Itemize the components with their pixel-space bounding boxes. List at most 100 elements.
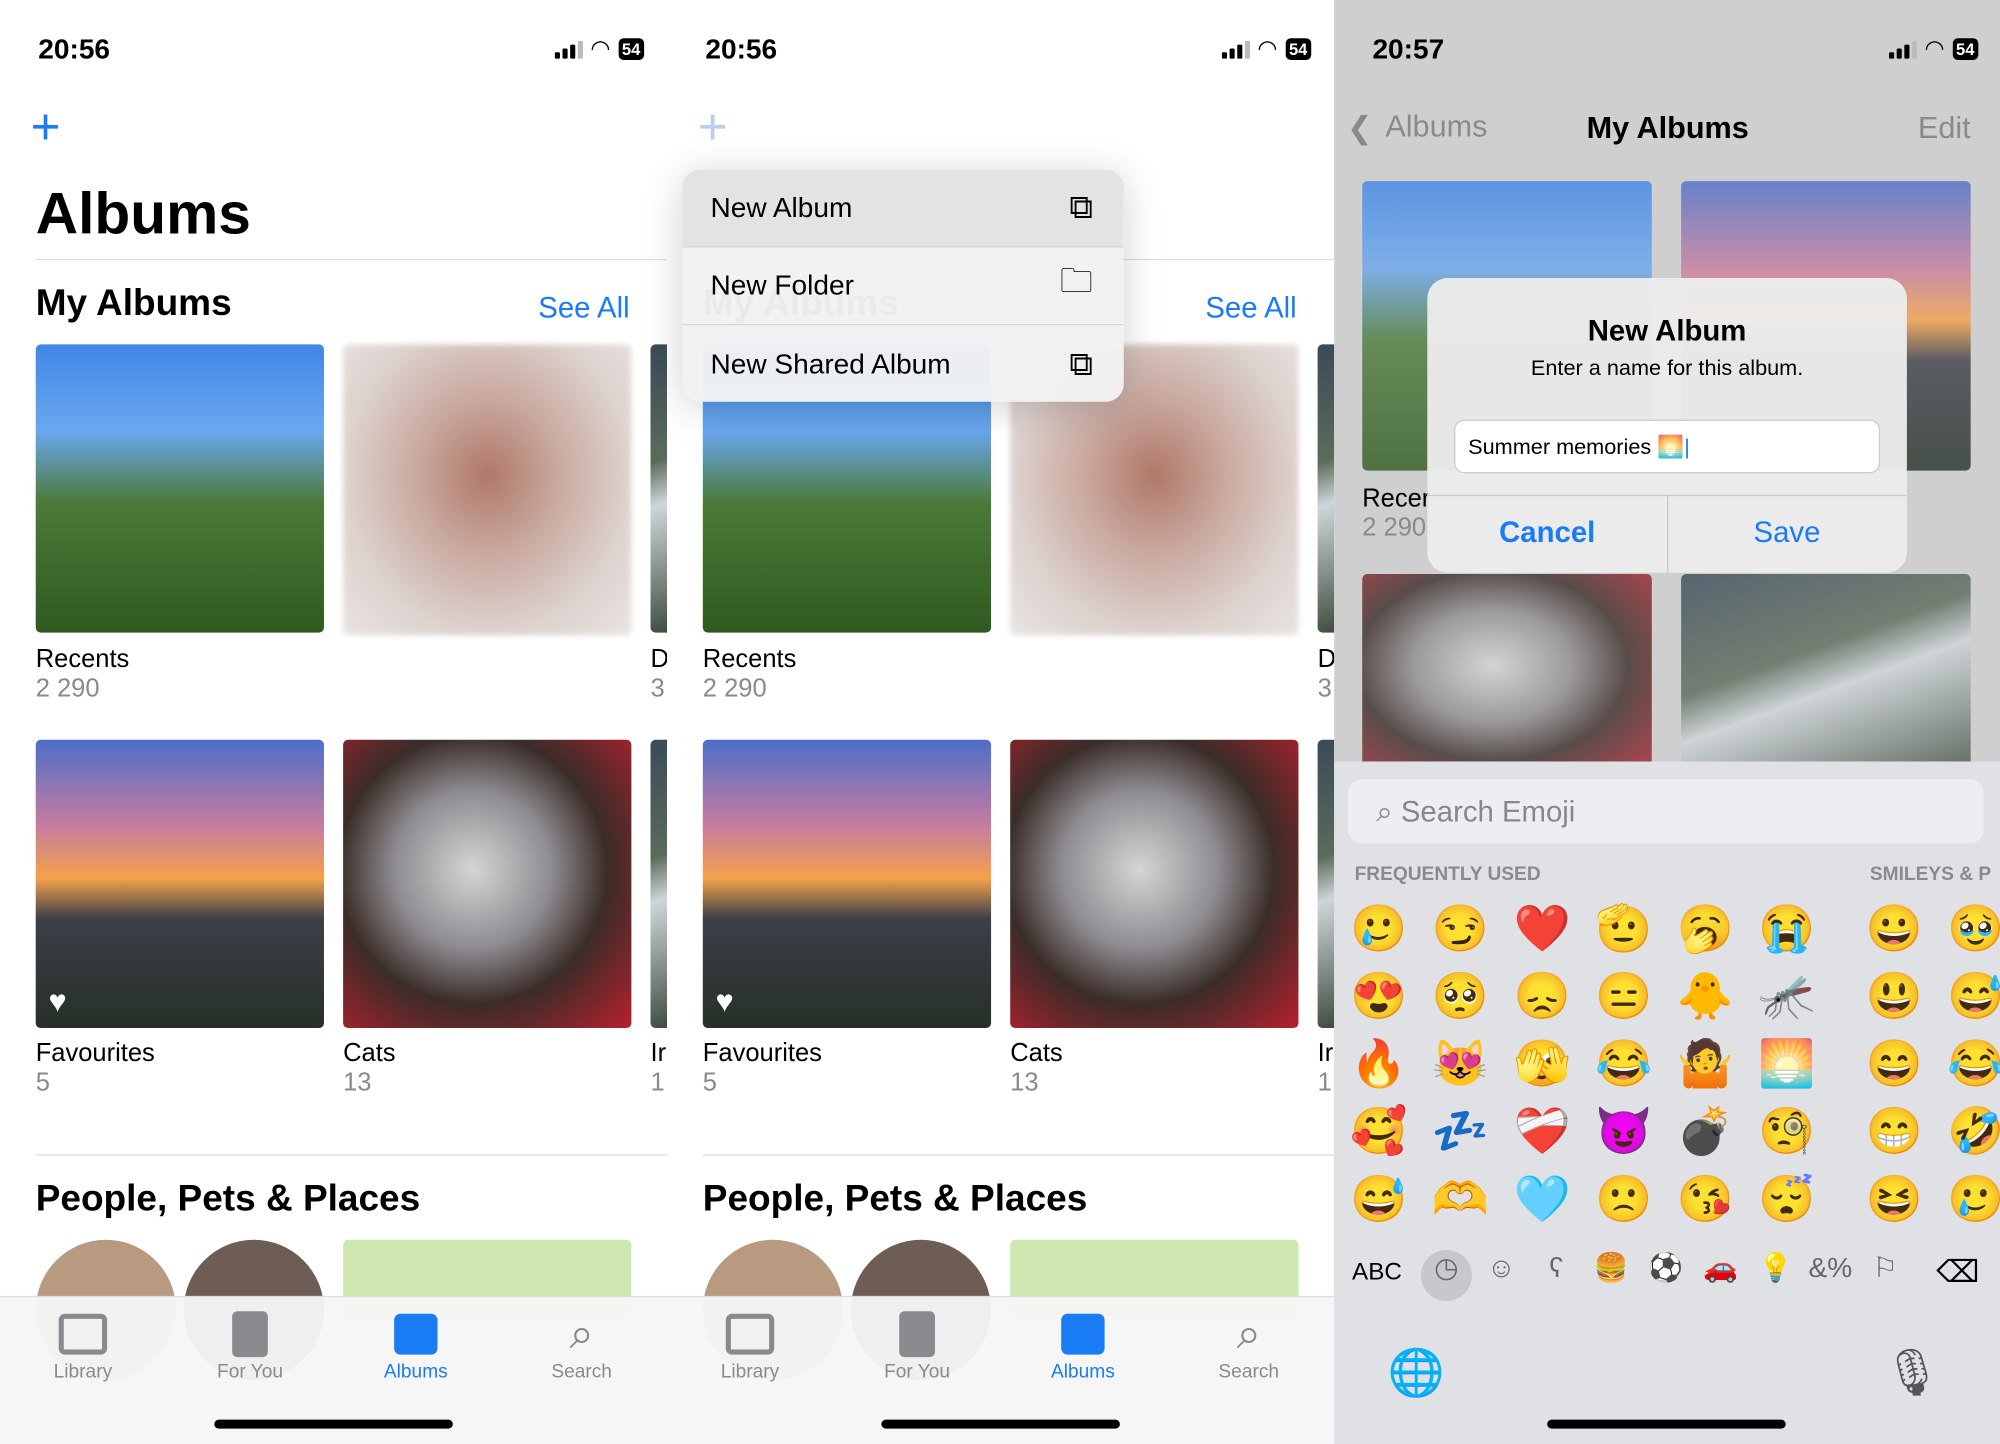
tab-albums[interactable]: Albums xyxy=(346,1307,486,1383)
emoji-key[interactable]: 🧐 xyxy=(1755,1099,1819,1163)
emoji-key[interactable]: 😑 xyxy=(1592,964,1656,1028)
emoji-key[interactable]: 🥹 xyxy=(1944,897,2000,961)
car-icon[interactable]: 🚗 xyxy=(1695,1251,1746,1284)
emoji-key[interactable]: ❤️‍🩹 xyxy=(1510,1099,1574,1163)
emoji-key[interactable]: 🥲 xyxy=(1347,897,1411,961)
smiley-icon[interactable]: ☺ xyxy=(1476,1251,1527,1284)
emoji-key[interactable]: 😞 xyxy=(1510,964,1574,1028)
emoji-key[interactable]: 🫣 xyxy=(1510,1032,1574,1096)
see-all-link[interactable]: See All xyxy=(1205,291,1296,325)
food-icon[interactable]: 🍔 xyxy=(1585,1251,1636,1284)
dialog-message: Enter a name for this album. xyxy=(1530,355,1804,381)
globe-icon[interactable]: 🌐 xyxy=(1388,1346,1445,1400)
emoji-key[interactable]: 🙁 xyxy=(1592,1167,1656,1231)
album-partial[interactable] xyxy=(1317,344,1335,633)
abc-key[interactable]: ABC xyxy=(1352,1259,1402,1287)
emoji-key[interactable]: 😁 xyxy=(1862,1099,1926,1163)
menu-item-label: New Shared Album xyxy=(710,347,951,380)
emoji-key[interactable]: 😻 xyxy=(1429,1032,1493,1096)
album-waterfall[interactable] xyxy=(1681,573,1971,779)
album-cats[interactable] xyxy=(343,739,632,1029)
emoji-key[interactable]: 😅 xyxy=(1347,1167,1411,1231)
input-value: Summer memories 🌅 xyxy=(1468,434,1685,460)
emoji-key[interactable]: 😈 xyxy=(1592,1099,1656,1163)
tab-for-you[interactable]: For You xyxy=(180,1307,320,1383)
bear-icon[interactable]: ʕ xyxy=(1531,1251,1582,1284)
emoji-key[interactable]: 😆 xyxy=(1862,1167,1926,1231)
battery-icon: 54 xyxy=(1285,38,1312,60)
emoji-key[interactable]: 😂 xyxy=(1592,1032,1656,1096)
emoji-key[interactable]: 🥲 xyxy=(1944,1167,2000,1231)
tab-albums[interactable]: Albums xyxy=(1013,1307,1153,1383)
battery-icon: 54 xyxy=(618,38,645,60)
album-partial[interactable] xyxy=(650,344,668,633)
emoji-key[interactable]: 😍 xyxy=(1347,964,1411,1028)
emoji-search-field[interactable]: ⌕ Search Emoji xyxy=(1348,779,1984,844)
signal-icon xyxy=(1888,40,1917,59)
emoji-key[interactable]: 🫶 xyxy=(1429,1167,1493,1231)
emoji-key[interactable]: 🐥 xyxy=(1673,964,1737,1028)
emoji-key[interactable]: 😘 xyxy=(1673,1167,1737,1231)
divider xyxy=(35,1154,668,1156)
emoji-key[interactable]: 🩵 xyxy=(1510,1167,1574,1231)
emoji-key[interactable]: 🤣 xyxy=(1944,1099,2000,1163)
album-partial[interactable] xyxy=(650,739,668,1029)
menu-item-new-album[interactable]: New Album ⧉ xyxy=(682,169,1124,248)
emoji-key[interactable]: 🫡 xyxy=(1592,897,1656,961)
album-cats[interactable] xyxy=(1362,573,1652,779)
emoji-key[interactable]: 🦟 xyxy=(1755,964,1819,1028)
bulb-icon[interactable]: 💡 xyxy=(1750,1251,1801,1284)
album-name: Recents xyxy=(702,645,797,674)
emoji-key[interactable]: 😃 xyxy=(1862,964,1926,1028)
flag-icon[interactable]: ⚐ xyxy=(1860,1251,1911,1284)
save-button[interactable]: Save xyxy=(1667,515,1907,549)
emoji-key[interactable]: 😀 xyxy=(1862,897,1926,961)
emoji-key[interactable]: 😭 xyxy=(1755,897,1819,961)
emoji-key[interactable]: 😅 xyxy=(1944,964,2000,1028)
dialog-title: New Album xyxy=(1587,313,1747,347)
emoji-key[interactable]: 🥱 xyxy=(1673,897,1737,961)
tab-library[interactable]: Library xyxy=(13,1307,153,1383)
emoji-key[interactable]: ❤️ xyxy=(1510,897,1574,961)
see-all-link[interactable]: See All xyxy=(538,291,629,325)
tab-search[interactable]: ⌕ Search xyxy=(511,1307,651,1382)
emoji-key[interactable]: 💣 xyxy=(1673,1099,1737,1163)
emoji-key[interactable]: 🥰 xyxy=(1347,1099,1411,1163)
ball-icon[interactable]: ⚽ xyxy=(1640,1251,1691,1284)
wifi-icon: ◠ xyxy=(1924,35,1945,62)
symbols-icon[interactable]: &% xyxy=(1805,1251,1856,1284)
menu-item-new-folder[interactable]: New Folder 🗀 xyxy=(682,247,1124,326)
album-favourites[interactable]: ♥ xyxy=(702,739,992,1029)
album-name-input[interactable]: Summer memories 🌅| xyxy=(1454,419,1881,474)
emoji-key[interactable]: 😂 xyxy=(1944,1032,2000,1096)
add-button[interactable]: + xyxy=(31,102,61,153)
emoji-key[interactable]: 😴 xyxy=(1755,1167,1819,1231)
add-menu: New Album ⧉ New Folder 🗀 New Shared Album ⧉ xyxy=(682,169,1124,402)
tab-library[interactable]: Library xyxy=(680,1307,820,1383)
emoji-key[interactable]: 💤 xyxy=(1429,1099,1493,1163)
menu-item-new-shared-album[interactable]: New Shared Album ⧉ xyxy=(682,325,1123,402)
emoji-key[interactable]: 😄 xyxy=(1862,1032,1926,1096)
search-placeholder: Search Emoji xyxy=(1400,794,1576,828)
delete-icon[interactable]: ⌫ xyxy=(1936,1254,1979,1291)
album-cats[interactable] xyxy=(1010,739,1299,1029)
new-folder-icon: 🗀 xyxy=(1059,261,1094,300)
album-favourites[interactable]: ♥ xyxy=(35,739,324,1029)
home-indicator xyxy=(881,1419,1120,1429)
microphone-icon[interactable]: 🎙 xyxy=(1883,1346,1941,1400)
emoji-key[interactable]: 🥺 xyxy=(1429,964,1493,1028)
edit-button[interactable]: Edit xyxy=(1918,111,1971,147)
emoji-key[interactable]: 🌅 xyxy=(1755,1032,1819,1096)
tab-search[interactable]: ⌕ Search xyxy=(1179,1307,1319,1382)
clock-icon[interactable]: ◷ xyxy=(1421,1251,1472,1284)
emoji-key[interactable]: 😏 xyxy=(1429,897,1493,961)
album-partial[interactable] xyxy=(1317,739,1335,1029)
emoji-key[interactable]: 🔥 xyxy=(1347,1032,1411,1096)
album-blurred[interactable] xyxy=(343,344,632,636)
tab-for-you[interactable]: For You xyxy=(847,1307,987,1383)
cancel-button[interactable]: Cancel xyxy=(1427,515,1667,549)
tab-label: For You xyxy=(884,1360,951,1383)
add-button[interactable]: + xyxy=(698,102,728,153)
emoji-key[interactable]: 🤷 xyxy=(1673,1032,1737,1096)
album-recents[interactable] xyxy=(35,344,324,633)
